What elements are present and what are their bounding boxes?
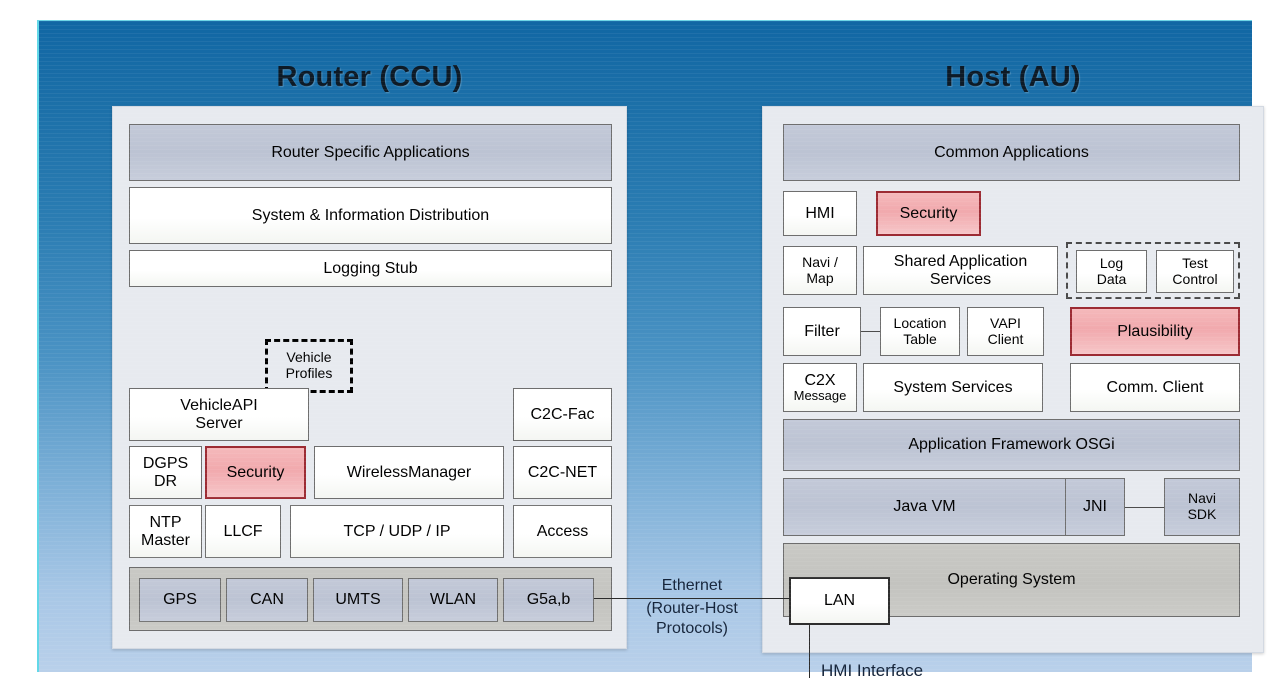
host-block-c2x-message-line2: Message (793, 388, 847, 403)
router-hw-gps[interactable]: GPS (139, 578, 221, 622)
host-block-test-control[interactable]: Test Control (1156, 250, 1234, 293)
host-block-lan[interactable]: LAN (789, 577, 890, 625)
router-block-c2c-net[interactable]: C2C-NET (513, 446, 612, 499)
host-block-c2x-message-line1: C2X (804, 372, 836, 389)
host-block-plausibility[interactable]: Plausibility (1070, 307, 1240, 356)
host-block-log-data[interactable]: Log Data (1076, 250, 1147, 293)
router-block-logging-stub[interactable]: Logging Stub (129, 250, 612, 287)
router-hw-can[interactable]: CAN (226, 578, 308, 622)
host-block-shared-application-services[interactable]: Shared Application Services (863, 246, 1058, 295)
host-block-jni[interactable]: JNI (1065, 478, 1125, 536)
connector-filter-location-table (861, 331, 881, 332)
host-block-navi-sdk[interactable]: Navi SDK (1164, 478, 1240, 536)
host-dashed-group-logging-test: Log Data Test Control (1066, 242, 1240, 299)
slide-canvas: Router (CCU) Host (AU) Router Specific A… (37, 20, 1264, 680)
slide-stage: Router (CCU) Host (AU) Router Specific A… (0, 0, 1280, 691)
connector-hmi-interface-line (809, 624, 810, 678)
host-block-security[interactable]: Security (876, 191, 981, 236)
router-hw-g5ab[interactable]: G5a,b (503, 578, 594, 622)
host-block-filter[interactable]: Filter (783, 307, 861, 356)
router-hardware-bar: GPS CAN UMTS WLAN G5a,b (129, 567, 612, 631)
connector-label-ethernet-protocols: (Router-Host Protocols) (646, 600, 738, 637)
host-block-system-services[interactable]: System Services (863, 363, 1043, 412)
host-block-navi-map[interactable]: Navi / Map (783, 246, 857, 295)
host-block-c2x-message[interactable]: C2X Message (783, 363, 857, 412)
router-block-access[interactable]: Access (513, 505, 612, 558)
connector-label-ethernet: Ethernet (661, 577, 723, 594)
router-block-dgps-dr[interactable]: DGPS DR (129, 446, 202, 499)
connector-jni-navi-sdk (1125, 507, 1165, 508)
router-hw-wlan[interactable]: WLAN (408, 578, 498, 622)
host-block-location-table[interactable]: Location Table (880, 307, 960, 356)
router-block-llcf[interactable]: LLCF (205, 505, 281, 558)
host-block-hmi[interactable]: HMI (783, 191, 857, 236)
router-block-vehicleapi-server[interactable]: VehicleAPI Server (129, 388, 309, 441)
router-block-tcp-udp-ip[interactable]: TCP / UDP / IP (290, 505, 504, 558)
host-panel: Common Applications HMI Security Navi / … (762, 106, 1264, 653)
router-block-ntp-master[interactable]: NTP Master (129, 505, 202, 558)
router-block-security[interactable]: Security (205, 446, 306, 499)
connector-label-hmi-interface: HMI Interface (821, 661, 924, 680)
host-block-comm-client[interactable]: Comm. Client (1070, 363, 1240, 412)
router-block-system-information-distribution[interactable]: System & Information Distribution (129, 187, 612, 244)
router-hw-umts[interactable]: UMTS (313, 578, 403, 622)
host-block-common-applications[interactable]: Common Applications (783, 124, 1240, 181)
host-block-vapi-client[interactable]: VAPI Client (967, 307, 1044, 356)
router-block-wirelessmanager[interactable]: WirelessManager (314, 446, 504, 499)
router-panel: Router Specific Applications System & In… (112, 106, 627, 649)
router-block-router-specific-applications[interactable]: Router Specific Applications (129, 124, 612, 181)
host-block-application-framework-osgi[interactable]: Application Framework OSGi (783, 419, 1240, 471)
host-panel-title: Host (AU) (945, 61, 1081, 93)
host-block-java-vm[interactable]: Java VM (783, 478, 1066, 536)
router-panel-title: Router (CCU) (276, 61, 463, 93)
router-block-c2c-fac[interactable]: C2C-Fac (513, 388, 612, 441)
router-block-vehicle-profiles[interactable]: Vehicle Profiles (265, 339, 353, 393)
